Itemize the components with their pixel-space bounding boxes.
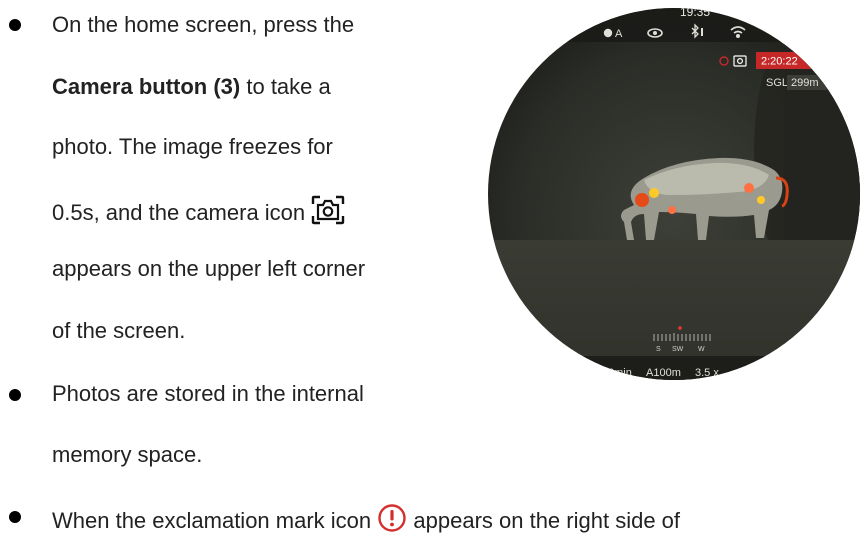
bullet-2-line-1: Photos are stored in the internal — [52, 381, 364, 406]
compass-label-w: W — [698, 346, 705, 353]
thermal-scope-screen: S SW W A 19:35 2:20:22 SGL 299m 2min A10… — [488, 5, 860, 380]
compass-label-s: S — [656, 346, 661, 353]
compass-label-sw: SW — [672, 346, 684, 353]
range-mode-label: SGL — [766, 77, 788, 89]
bullet-dot — [9, 19, 21, 31]
compass-scale — [653, 333, 711, 341]
record-duration-icon — [596, 367, 608, 377]
bullet-1-line-3: photo. The image freezes for — [52, 134, 333, 159]
camera-button-reference: Camera button (3) — [52, 74, 241, 99]
bullet-1-line-4: 0.5s, and the camera icon — [52, 195, 345, 226]
clock-time: 19:35 — [680, 5, 710, 19]
bullet-3-text-start: When the exclamation mark icon — [52, 508, 372, 533]
bullet-1-line-4-text: 0.5s, and the camera icon — [52, 200, 306, 225]
bullet-3-line-1: When the exclamation mark icon appears o… — [52, 503, 680, 534]
bullet-1-line-2-rest: to take a — [240, 74, 331, 99]
bullet-2-line-2: memory space. — [52, 442, 203, 467]
bullet-1-line-2: Camera button (3) to take a — [52, 74, 331, 100]
battery-mode-label: A — [615, 28, 623, 40]
zoom-readout: 3.5 x — [695, 367, 719, 379]
bullet-dot — [9, 389, 21, 401]
bullet-1-line-5: appears on the upper left corner — [52, 256, 366, 281]
bullet-dot — [9, 511, 21, 523]
record-duration: 2min — [608, 367, 632, 379]
recording-timer: 2:20:22 — [761, 56, 798, 68]
range-value: 299m — [791, 77, 819, 89]
distance-readout: A100m — [646, 367, 681, 379]
camera-icon — [312, 195, 345, 225]
exclamation-mark-icon — [378, 504, 406, 532]
bullet-1-line-1: On the home screen, press the — [52, 12, 355, 37]
bullet-3-text-end: appears on the right side of — [413, 508, 681, 533]
battery-mode-icon — [603, 28, 613, 38]
bullet-1-line-6: of the screen. — [52, 318, 186, 343]
